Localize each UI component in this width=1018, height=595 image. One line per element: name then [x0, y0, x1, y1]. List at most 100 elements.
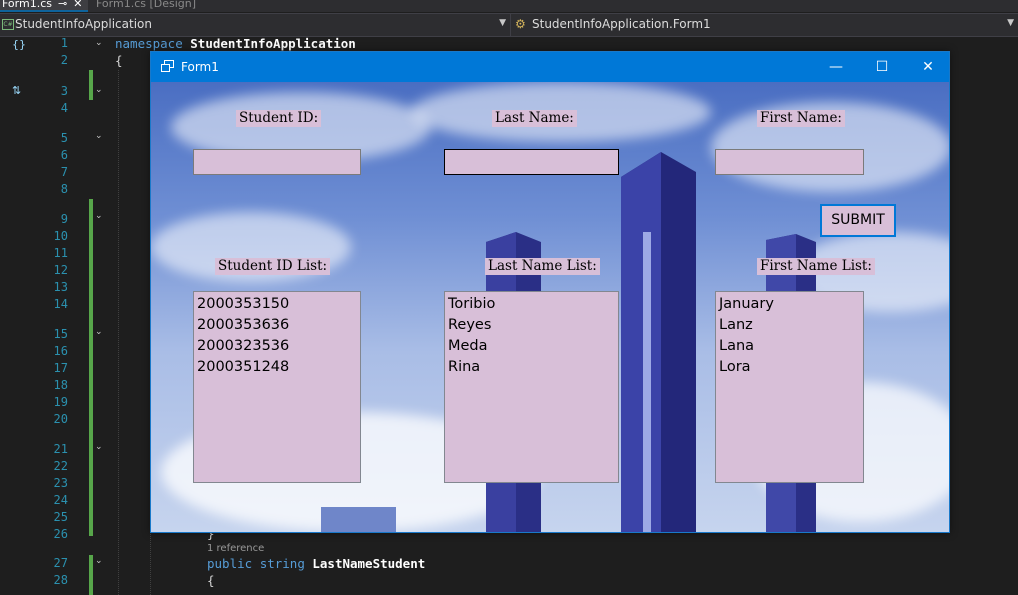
tab-form1-cs[interactable]: Form1.cs ⊸ ✕ — [0, 0, 89, 12]
form-client-area: Student ID: Last Name: First Name: SUBMI… — [151, 82, 949, 532]
line-number: 19 — [53, 395, 68, 409]
collapse-icon[interactable]: ⌄ — [95, 327, 105, 337]
close-tab-icon[interactable]: ✕ — [73, 0, 82, 10]
last-name-list-label: Last Name List: — [485, 258, 600, 275]
line-number: 14 — [53, 297, 68, 311]
property-name: LastNameStudent — [312, 556, 426, 571]
line-number: 23 — [53, 476, 68, 490]
line-number: 3 — [60, 84, 68, 98]
code-line-1[interactable]: namespace StudentInfoApplication — [115, 36, 356, 51]
first-name-list-label: First Name List: — [757, 258, 875, 275]
chevron-down-icon: ▼ — [499, 18, 506, 28]
window-title: Form1 — [181, 60, 219, 74]
project-name: StudentInfoApplication — [15, 17, 152, 31]
change-bar — [89, 199, 93, 536]
line-number: 12 — [53, 263, 68, 277]
line-number: 2 — [60, 53, 68, 67]
collapse-icon[interactable]: ⌄ — [95, 556, 105, 566]
list-item[interactable]: 2000323536 — [197, 336, 357, 357]
navigation-bar: C# StudentInfoApplication ▼ ⚙ StudentInf… — [0, 13, 1018, 37]
list-item[interactable]: 2000351248 — [197, 357, 357, 378]
change-bar — [89, 555, 93, 595]
line-number: 18 — [53, 378, 68, 392]
minimize-button[interactable]: — — [813, 52, 859, 82]
list-item[interactable]: Reyes — [448, 315, 615, 336]
line-number: 6 — [60, 148, 68, 162]
tab-form1-designer[interactable]: Form1.cs [Design] — [96, 0, 196, 10]
line-number: 5 — [60, 131, 68, 145]
line-number: 15 — [53, 327, 68, 341]
student-id-listbox[interactable]: 2000353150 2000353636 2000323536 2000351… — [193, 291, 361, 483]
keyword: public — [207, 556, 253, 571]
line-number: 8 — [60, 182, 68, 196]
line-number: 1 — [60, 36, 68, 50]
line-number: 9 — [60, 212, 68, 226]
line-number: 20 — [53, 412, 68, 426]
window-titlebar[interactable]: Form1 — ☐ ✕ — [151, 52, 949, 82]
collapse-icon[interactable]: ⌄ — [95, 131, 105, 141]
collapse-icon[interactable]: ⌄ — [95, 85, 105, 95]
code-line-2[interactable]: { — [115, 53, 123, 68]
line-number: 16 — [53, 344, 68, 358]
line-number: 27 — [53, 556, 68, 570]
submit-button[interactable]: SUBMIT — [820, 204, 896, 237]
line-number: 26 — [53, 527, 68, 541]
line-number: 11 — [53, 246, 68, 260]
project-dropdown[interactable]: C# StudentInfoApplication ▼ — [0, 14, 511, 36]
csharp-project-icon: C# — [2, 19, 14, 30]
namespace-name: StudentInfoApplication — [190, 36, 356, 51]
line-number: 7 — [60, 165, 68, 179]
collapse-icon[interactable]: ⌄ — [95, 38, 105, 48]
last-name-listbox[interactable]: Toribio Reyes Meda Rina — [444, 291, 619, 483]
list-item[interactable]: Toribio — [448, 294, 615, 315]
list-item[interactable]: Rina — [448, 357, 615, 378]
codelens-references[interactable]: 1 reference — [207, 543, 264, 554]
student-id-input[interactable] — [193, 149, 361, 175]
braces-icon: {} — [12, 38, 26, 51]
line-number: 25 — [53, 510, 68, 524]
collapse-icon[interactable]: ⌄ — [95, 211, 105, 221]
tab-label: Form1.cs — [2, 0, 52, 10]
window-icon — [161, 60, 174, 72]
form1-window: Form1 — ☐ ✕ Student ID: Last Name: First… — [150, 51, 950, 533]
class-path: StudentInfoApplication.Form1 — [532, 17, 711, 31]
line-number: 10 — [53, 229, 68, 243]
maximize-button[interactable]: ☐ — [859, 52, 905, 82]
list-item[interactable]: Lanz — [719, 315, 860, 336]
indent-guide — [118, 70, 119, 595]
student-id-label: Student ID: — [236, 110, 322, 127]
list-item[interactable]: Lana — [719, 336, 860, 357]
student-id-list-label: Student ID List: — [215, 258, 331, 275]
list-item[interactable]: Meda — [448, 336, 615, 357]
list-item[interactable]: 2000353150 — [197, 294, 357, 315]
document-tab-strip: Form1.cs ⊸ ✕ Form1.cs [Design] — [0, 0, 1018, 12]
line-number: 22 — [53, 459, 68, 473]
line-number: 13 — [53, 280, 68, 294]
close-button[interactable]: ✕ — [905, 52, 951, 82]
code-line-27[interactable]: public string LastNameStudent — [207, 556, 425, 571]
line-number: 21 — [53, 442, 68, 456]
class-dropdown[interactable]: ⚙ StudentInfoApplication.Form1 ▼ — [512, 14, 1018, 36]
first-name-listbox[interactable]: January Lanz Lana Lora — [715, 291, 864, 483]
sort-icon: ⇅ — [12, 84, 22, 97]
list-item[interactable]: January — [719, 294, 860, 315]
line-number: 17 — [53, 361, 68, 375]
collapse-icon[interactable]: ⌄ — [95, 442, 105, 452]
keyword: string — [259, 556, 305, 571]
glyph-margin: {} ⇅ — [0, 36, 40, 595]
class-icon: ⚙ — [515, 17, 526, 31]
first-name-label: First Name: — [757, 110, 845, 127]
change-bar — [89, 70, 93, 100]
list-item[interactable]: 2000353636 — [197, 315, 357, 336]
pin-icon[interactable]: ⊸ — [58, 0, 67, 10]
last-name-input[interactable] — [444, 149, 619, 175]
last-name-label: Last Name: — [492, 110, 577, 127]
line-number: 24 — [53, 493, 68, 507]
first-name-input[interactable] — [715, 149, 864, 175]
list-item[interactable]: Lora — [719, 357, 860, 378]
chevron-down-icon: ▼ — [1007, 18, 1014, 28]
keyword: namespace — [115, 36, 183, 51]
line-number: 4 — [60, 101, 68, 115]
code-line-28[interactable]: { — [207, 573, 215, 588]
line-number: 28 — [53, 573, 68, 587]
